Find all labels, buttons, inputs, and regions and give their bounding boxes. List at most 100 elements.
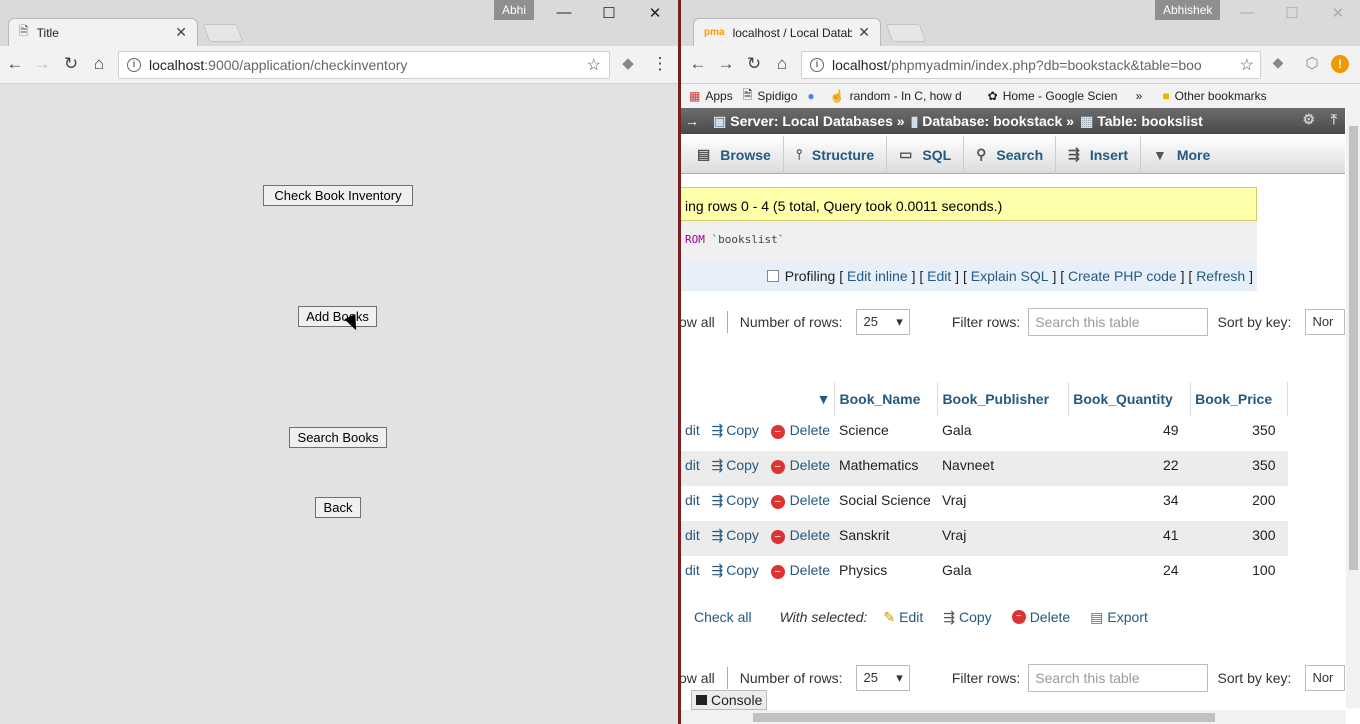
vertical-scrollbar[interactable]: [1346, 108, 1360, 708]
table-row[interactable]: dit ⇶ Copy − Delete Sanskrit Vraj 41 300: [681, 521, 1288, 556]
table-row[interactable]: dit ⇶ Copy − Delete Physics Gala 24 100: [681, 556, 1288, 591]
menu-dots-icon[interactable]: ⋮: [649, 54, 671, 74]
delete-row-link[interactable]: − Delete: [770, 492, 830, 509]
bulk-export-button[interactable]: ▤ Export: [1090, 609, 1148, 626]
column-header-book-name[interactable]: Book_Name: [834, 382, 939, 416]
console-button[interactable]: Console: [691, 690, 768, 710]
cell-book-quantity[interactable]: 34: [1069, 486, 1191, 521]
cell-book-price[interactable]: 350: [1191, 416, 1288, 451]
edit-row-link[interactable]: dit: [685, 562, 700, 578]
cell-book-publisher[interactable]: Gala: [938, 416, 1069, 451]
reload-icon[interactable]: ↻: [743, 54, 765, 74]
edit-row-link[interactable]: dit: [685, 527, 700, 543]
cell-book-name[interactable]: Social Science: [835, 486, 938, 521]
cell-book-publisher[interactable]: Vraj: [937, 521, 1069, 556]
edit-inline-link[interactable]: Edit inline: [847, 268, 908, 284]
cell-book-quantity[interactable]: 49: [1069, 416, 1191, 451]
cell-book-price[interactable]: 100: [1191, 556, 1288, 591]
bookmark-google[interactable]: ●: [807, 89, 819, 103]
cell-book-name[interactable]: Science: [835, 416, 938, 451]
tab-insert[interactable]: ⇶ Insert: [1056, 135, 1141, 174]
check-book-inventory-button[interactable]: Check Book Inventory: [263, 185, 413, 206]
delete-row-link[interactable]: − Delete: [770, 527, 830, 544]
home-icon[interactable]: ⌂: [771, 54, 793, 74]
cell-book-price[interactable]: 300: [1190, 521, 1288, 556]
cell-book-name[interactable]: Physics: [835, 556, 938, 591]
bulk-copy-button[interactable]: ⇶ Copy: [943, 609, 991, 626]
maximize-button[interactable]: ☐: [1277, 4, 1307, 22]
alert-icon[interactable]: !: [1331, 55, 1349, 73]
address-bar[interactable]: i localhost /phpmyadmin/index.php?db=boo…: [801, 51, 1261, 79]
copy-row-link[interactable]: ⇶ Copy: [711, 562, 758, 578]
copy-row-link[interactable]: ⇶ Copy: [711, 492, 758, 508]
table-row[interactable]: dit ⇶ Copy − Delete Science Gala 49 350: [681, 416, 1288, 451]
bookmarks-overflow-chevron-icon[interactable]: »: [1136, 89, 1143, 103]
gear-icon[interactable]: ⚙: [1302, 111, 1315, 128]
collapse-arrow-icon[interactable]: →: [685, 113, 699, 129]
close-window-button[interactable]: ✕: [640, 4, 670, 22]
sort-key-select[interactable]: Nor: [1305, 665, 1346, 691]
scrollbar-thumb[interactable]: [1349, 126, 1358, 570]
bookmark-apps[interactable]: ▦ Apps: [689, 89, 733, 103]
scrollbar-thumb[interactable]: [753, 713, 1215, 722]
cell-book-price[interactable]: 200: [1191, 486, 1288, 521]
column-header-book-quantity[interactable]: Book_Quantity: [1068, 382, 1192, 416]
extension-icon[interactable]: ◆: [1267, 54, 1289, 71]
cell-book-quantity[interactable]: 24: [1069, 556, 1191, 591]
profile-badge[interactable]: Abhi: [494, 0, 535, 20]
explain-sql-link[interactable]: Explain SQL: [971, 268, 1049, 284]
bookmark-star-icon[interactable]: ☆: [587, 55, 601, 75]
delete-row-link[interactable]: − Delete: [770, 457, 830, 474]
tab-search[interactable]: ⚲ Search: [964, 135, 1057, 174]
back-button[interactable]: Back: [315, 497, 361, 518]
sort-key-select[interactable]: Nor: [1305, 309, 1346, 335]
edit-row-link[interactable]: dit: [685, 492, 700, 508]
table-row[interactable]: dit ⇶ Copy − Delete Social Science Vraj 34 200: [681, 486, 1288, 521]
tab-phpmyadmin[interactable]: pma localhost / Local Databas ✕: [693, 18, 881, 46]
tab-sql[interactable]: ▭ SQL: [887, 135, 965, 174]
check-all-link[interactable]: Check all: [694, 609, 752, 625]
profile-badge[interactable]: Abhishek: [1155, 0, 1221, 20]
show-all-label[interactable]: ow all: [681, 670, 715, 686]
tab-title[interactable]: 🗎 Title ✕: [8, 18, 198, 46]
tab-browse[interactable]: ▤ Browse: [681, 135, 784, 174]
cell-book-name[interactable]: Mathematics: [834, 451, 938, 486]
table-row[interactable]: dit ⇶ Copy − Delete Mathematics Navneet 22 350: [681, 451, 1288, 486]
horizontal-scrollbar[interactable]: [681, 710, 1346, 724]
reload-icon[interactable]: ↻: [60, 54, 82, 74]
bookmark-other[interactable]: ■ Other bookmarks: [1162, 89, 1266, 103]
column-header-book-price[interactable]: Book_Price: [1190, 382, 1288, 416]
new-tab-button[interactable]: [885, 24, 927, 42]
minimize-button[interactable]: —: [549, 4, 579, 21]
profiling-checkbox[interactable]: [766, 270, 779, 282]
filter-search-input[interactable]: Search this table: [1028, 664, 1208, 692]
delete-row-link[interactable]: − Delete: [770, 562, 830, 579]
bulk-edit-button[interactable]: ✎ Edit: [883, 609, 923, 626]
info-icon[interactable]: i: [810, 58, 824, 72]
bookmark-star-icon[interactable]: ☆: [1239, 55, 1254, 75]
cell-book-publisher[interactable]: Gala: [938, 556, 1069, 591]
cell-book-quantity[interactable]: 41: [1068, 521, 1191, 556]
delete-row-link[interactable]: − Delete: [770, 422, 830, 439]
sort-arrow-icon[interactable]: ▼: [681, 382, 836, 416]
maximize-button[interactable]: ☐: [594, 4, 624, 22]
column-header-book-publisher[interactable]: Book_Publisher: [937, 382, 1070, 416]
close-window-button[interactable]: ✕: [1323, 4, 1353, 22]
bulk-delete-button[interactable]: − Delete: [1011, 609, 1070, 625]
forward-arrow-icon[interactable]: →: [715, 54, 737, 74]
cell-book-publisher[interactable]: Vraj: [938, 486, 1069, 521]
cell-book-price[interactable]: 350: [1190, 451, 1288, 486]
bookmark-random[interactable]: ☝ random - In C, how d: [830, 89, 978, 103]
refresh-link[interactable]: Refresh: [1196, 268, 1245, 284]
rows-select[interactable]: 25 ▾: [856, 309, 910, 335]
minimize-button[interactable]: —: [1232, 4, 1262, 21]
copy-row-link[interactable]: ⇶ Copy: [711, 527, 758, 543]
rows-select[interactable]: 25 ▾: [856, 665, 910, 691]
tab-more[interactable]: ▼ More: [1141, 136, 1222, 174]
breadcrumb-table[interactable]: ▦ Table: bookslist: [1080, 113, 1203, 130]
breadcrumb-database[interactable]: ▮ Database: bookstack »: [911, 113, 1074, 130]
info-icon[interactable]: i: [127, 58, 141, 72]
create-php-code-link[interactable]: Create PHP code: [1068, 268, 1177, 284]
bookmark-google-scholar[interactable]: ✿ Home - Google Scien: [988, 89, 1126, 103]
back-arrow-icon[interactable]: ←: [4, 54, 26, 74]
